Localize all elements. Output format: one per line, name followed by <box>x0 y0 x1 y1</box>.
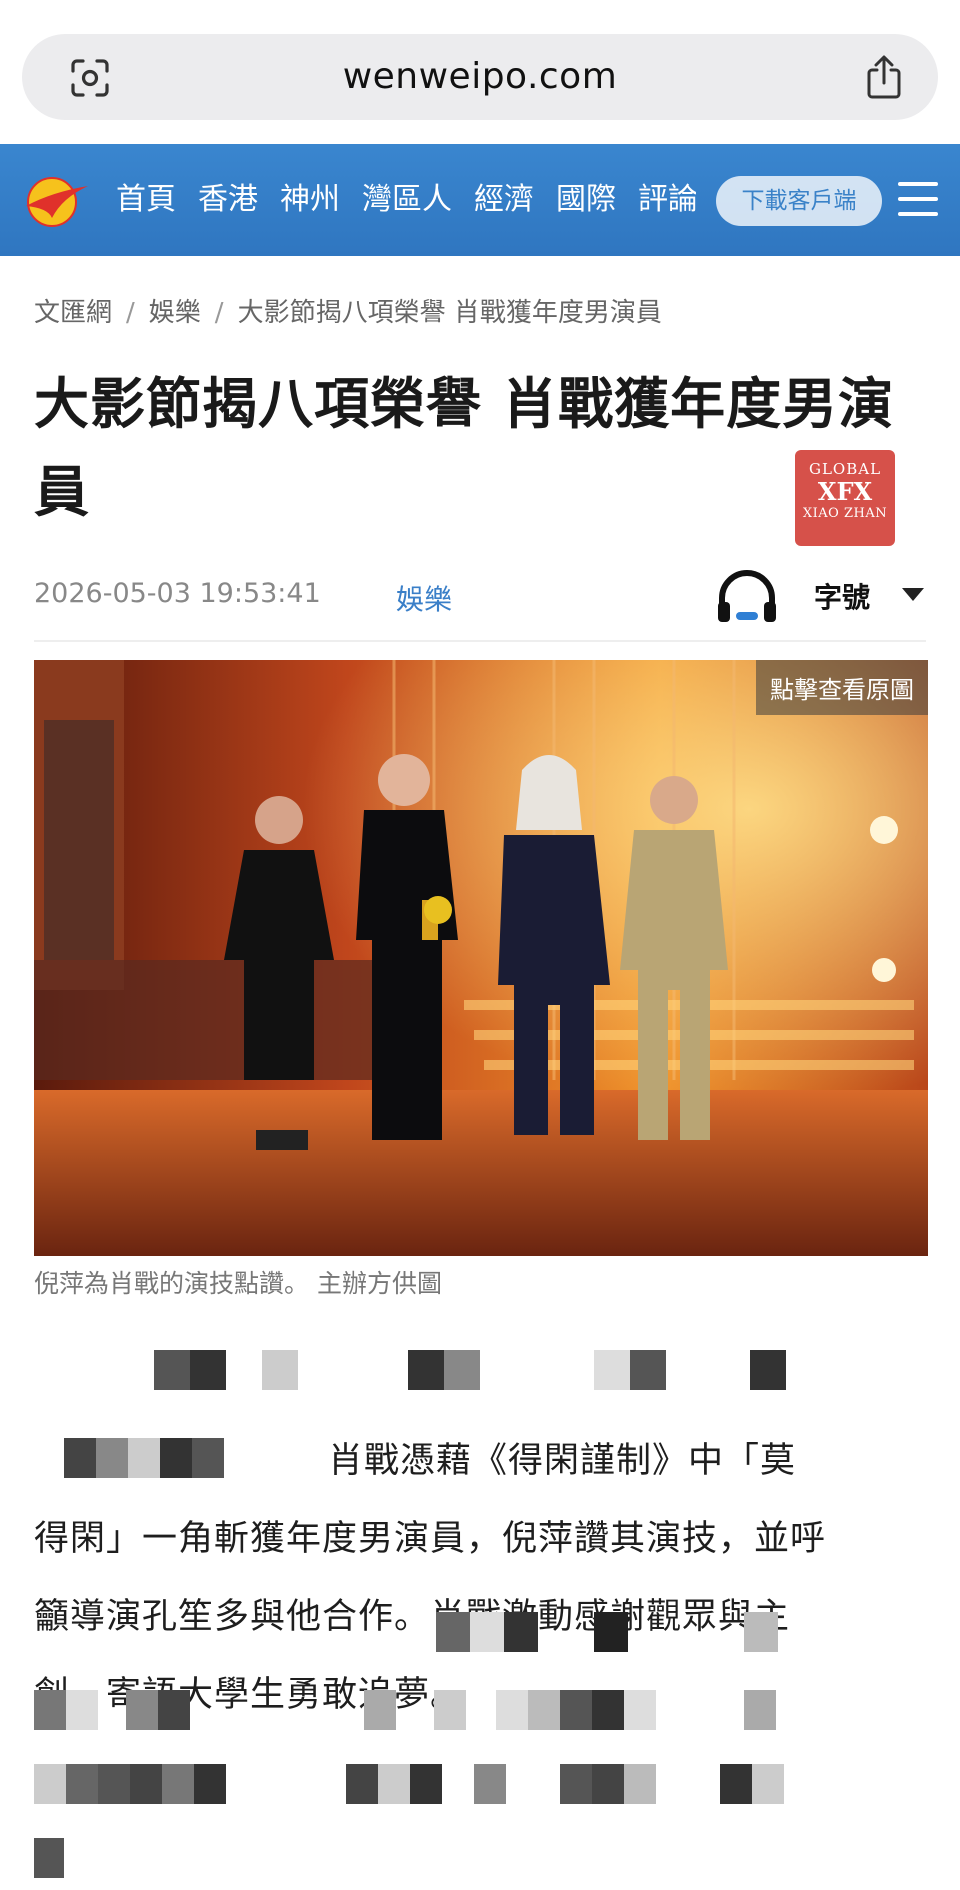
breadcrumb-current: 大影節揭八項榮譽 肖戰獲年度男演員 <box>237 298 662 328</box>
divider <box>34 640 926 642</box>
redacted-text-line <box>34 1690 928 1730</box>
nav-item-bay-area[interactable]: 灣區人 <box>362 144 452 256</box>
view-original-badge[interactable]: 點擊查看原圖 <box>756 660 928 715</box>
nav-item-hongkong[interactable]: 香港 <box>198 144 258 256</box>
address-bar[interactable]: wenweipo.com <box>22 34 938 120</box>
redacted-text-line <box>34 1612 928 1652</box>
breadcrumb: 文匯網 / 娛樂 / 大影節揭八項榮譽 肖戰獲年度男演員 <box>34 298 662 328</box>
nav-item-economy[interactable]: 經濟 <box>474 144 534 256</box>
category-link[interactable]: 娛樂 <box>396 578 452 618</box>
nav-item-china[interactable]: 神州 <box>280 144 340 256</box>
breadcrumb-home[interactable]: 文匯網 <box>34 298 112 328</box>
nav-item-home[interactable]: 首頁 <box>116 144 176 256</box>
breadcrumb-section[interactable]: 娛樂 <box>149 298 201 328</box>
wenweipo-logo[interactable] <box>22 172 92 230</box>
publish-date: 2026-05-03 19:53:41 <box>34 578 321 609</box>
nav-items: 首頁 香港 神州 灣區人 經濟 國際 評論 <box>116 144 696 256</box>
redacted-text-fragment <box>34 1438 304 1478</box>
watermark-seal: GLOBAL XFX XIAO ZHAN <box>795 450 895 546</box>
redacted-text-line <box>34 1764 928 1804</box>
nav-item-commentary[interactable]: 評論 <box>638 144 696 256</box>
article-title: 大影節揭八項榮譽 肖戰獲年度男演員 <box>34 372 895 524</box>
nav-item-international[interactable]: 國際 <box>556 144 616 256</box>
article-photo[interactable]: 點擊查看原圖 <box>34 660 928 1256</box>
share-icon[interactable] <box>864 54 904 100</box>
download-app-button[interactable]: 下載客戶端 <box>716 176 882 226</box>
photo-caption: 倪萍為肖戰的演技點讚。 主辦方供圖 <box>34 1269 442 1298</box>
headphone-icon[interactable] <box>714 568 780 624</box>
award-stage-image <box>34 660 928 1256</box>
chevron-down-icon[interactable] <box>902 588 924 601</box>
paragraph-line-2: 得閑」一角斬獲年度男演員，倪萍讚其演技，並呼 <box>34 1519 827 1559</box>
url-text[interactable]: wenweipo.com <box>22 34 938 120</box>
hamburger-menu-icon[interactable] <box>898 182 938 216</box>
article-meta: 2026-05-03 19:53:41 娛樂 字號 <box>34 570 934 622</box>
redacted-text-fragment <box>34 1838 94 1878</box>
font-size-label[interactable]: 字號 <box>814 576 870 616</box>
redacted-text-line <box>34 1350 928 1390</box>
browser-toolbar: wenweipo.com <box>0 0 960 144</box>
site-nav: 首頁 香港 神州 灣區人 經濟 國際 評論 下載客戶端 <box>0 144 960 256</box>
